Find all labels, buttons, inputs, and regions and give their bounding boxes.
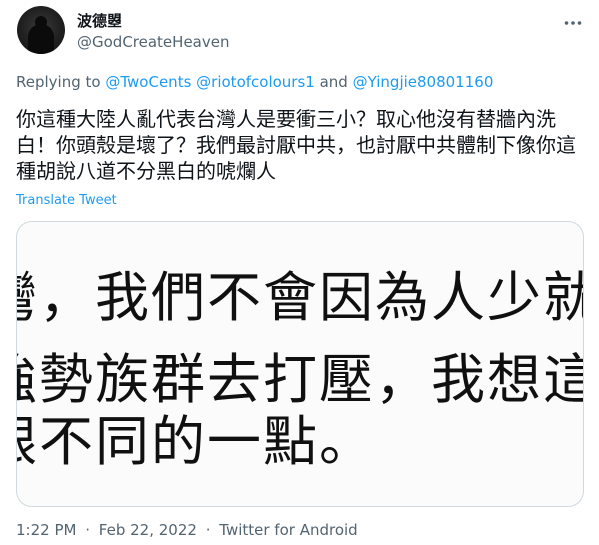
meta-separator: · <box>205 521 211 539</box>
tweet-meta: 1:22 PM · Feb 22, 2022 · Twitter for And… <box>16 520 358 540</box>
avatar-silhouette-shape <box>28 24 54 54</box>
mention-link[interactable]: @TwoCents <box>105 73 191 91</box>
more-dots-icon <box>564 21 582 25</box>
translate-tweet-link[interactable]: Translate Tweet <box>16 193 117 209</box>
tweet-date[interactable]: Feb 22, 2022 <box>99 521 197 539</box>
media-text-line: 跟不同的一點。 <box>17 410 375 473</box>
mention-link[interactable]: @Yingjie80801160 <box>353 73 494 91</box>
tweet-card: 波德曌 @GodCreateHeaven Replying to @TwoCen… <box>0 0 599 545</box>
replying-to-line: Replying to @TwoCents @riotofcolours1 an… <box>16 72 493 92</box>
tweet-time[interactable]: 1:22 PM <box>16 521 76 539</box>
avatar[interactable] <box>17 6 65 54</box>
author-handle[interactable]: @GodCreateHeaven <box>77 32 229 52</box>
media-image-content: 灣，我們不會因為人少就 強勢族群去打壓，我想這 跟不同的一點。 <box>17 222 583 506</box>
media-text-line: 灣，我們不會因為人少就 <box>17 266 583 329</box>
meta-separator: · <box>85 521 91 539</box>
media-text-line: 強勢族群去打壓，我想這 <box>17 348 583 411</box>
tweet-source[interactable]: Twitter for Android <box>219 521 357 539</box>
author-display-name[interactable]: 波德曌 <box>77 11 122 31</box>
replying-connector: and <box>319 73 348 91</box>
tweet-media-image[interactable]: 灣，我們不會因為人少就 強勢族群去打壓，我想這 跟不同的一點。 <box>16 221 584 507</box>
tweet-text: 你這種大陸人亂代表台灣人是要衝三小？取心他沒有替牆內洗白！你頭殼是壞了？我們最討… <box>16 107 576 183</box>
more-options-button[interactable] <box>556 9 590 37</box>
replying-to-label: Replying to <box>16 73 101 91</box>
mention-link[interactable]: @riotofcolours1 <box>196 73 315 91</box>
